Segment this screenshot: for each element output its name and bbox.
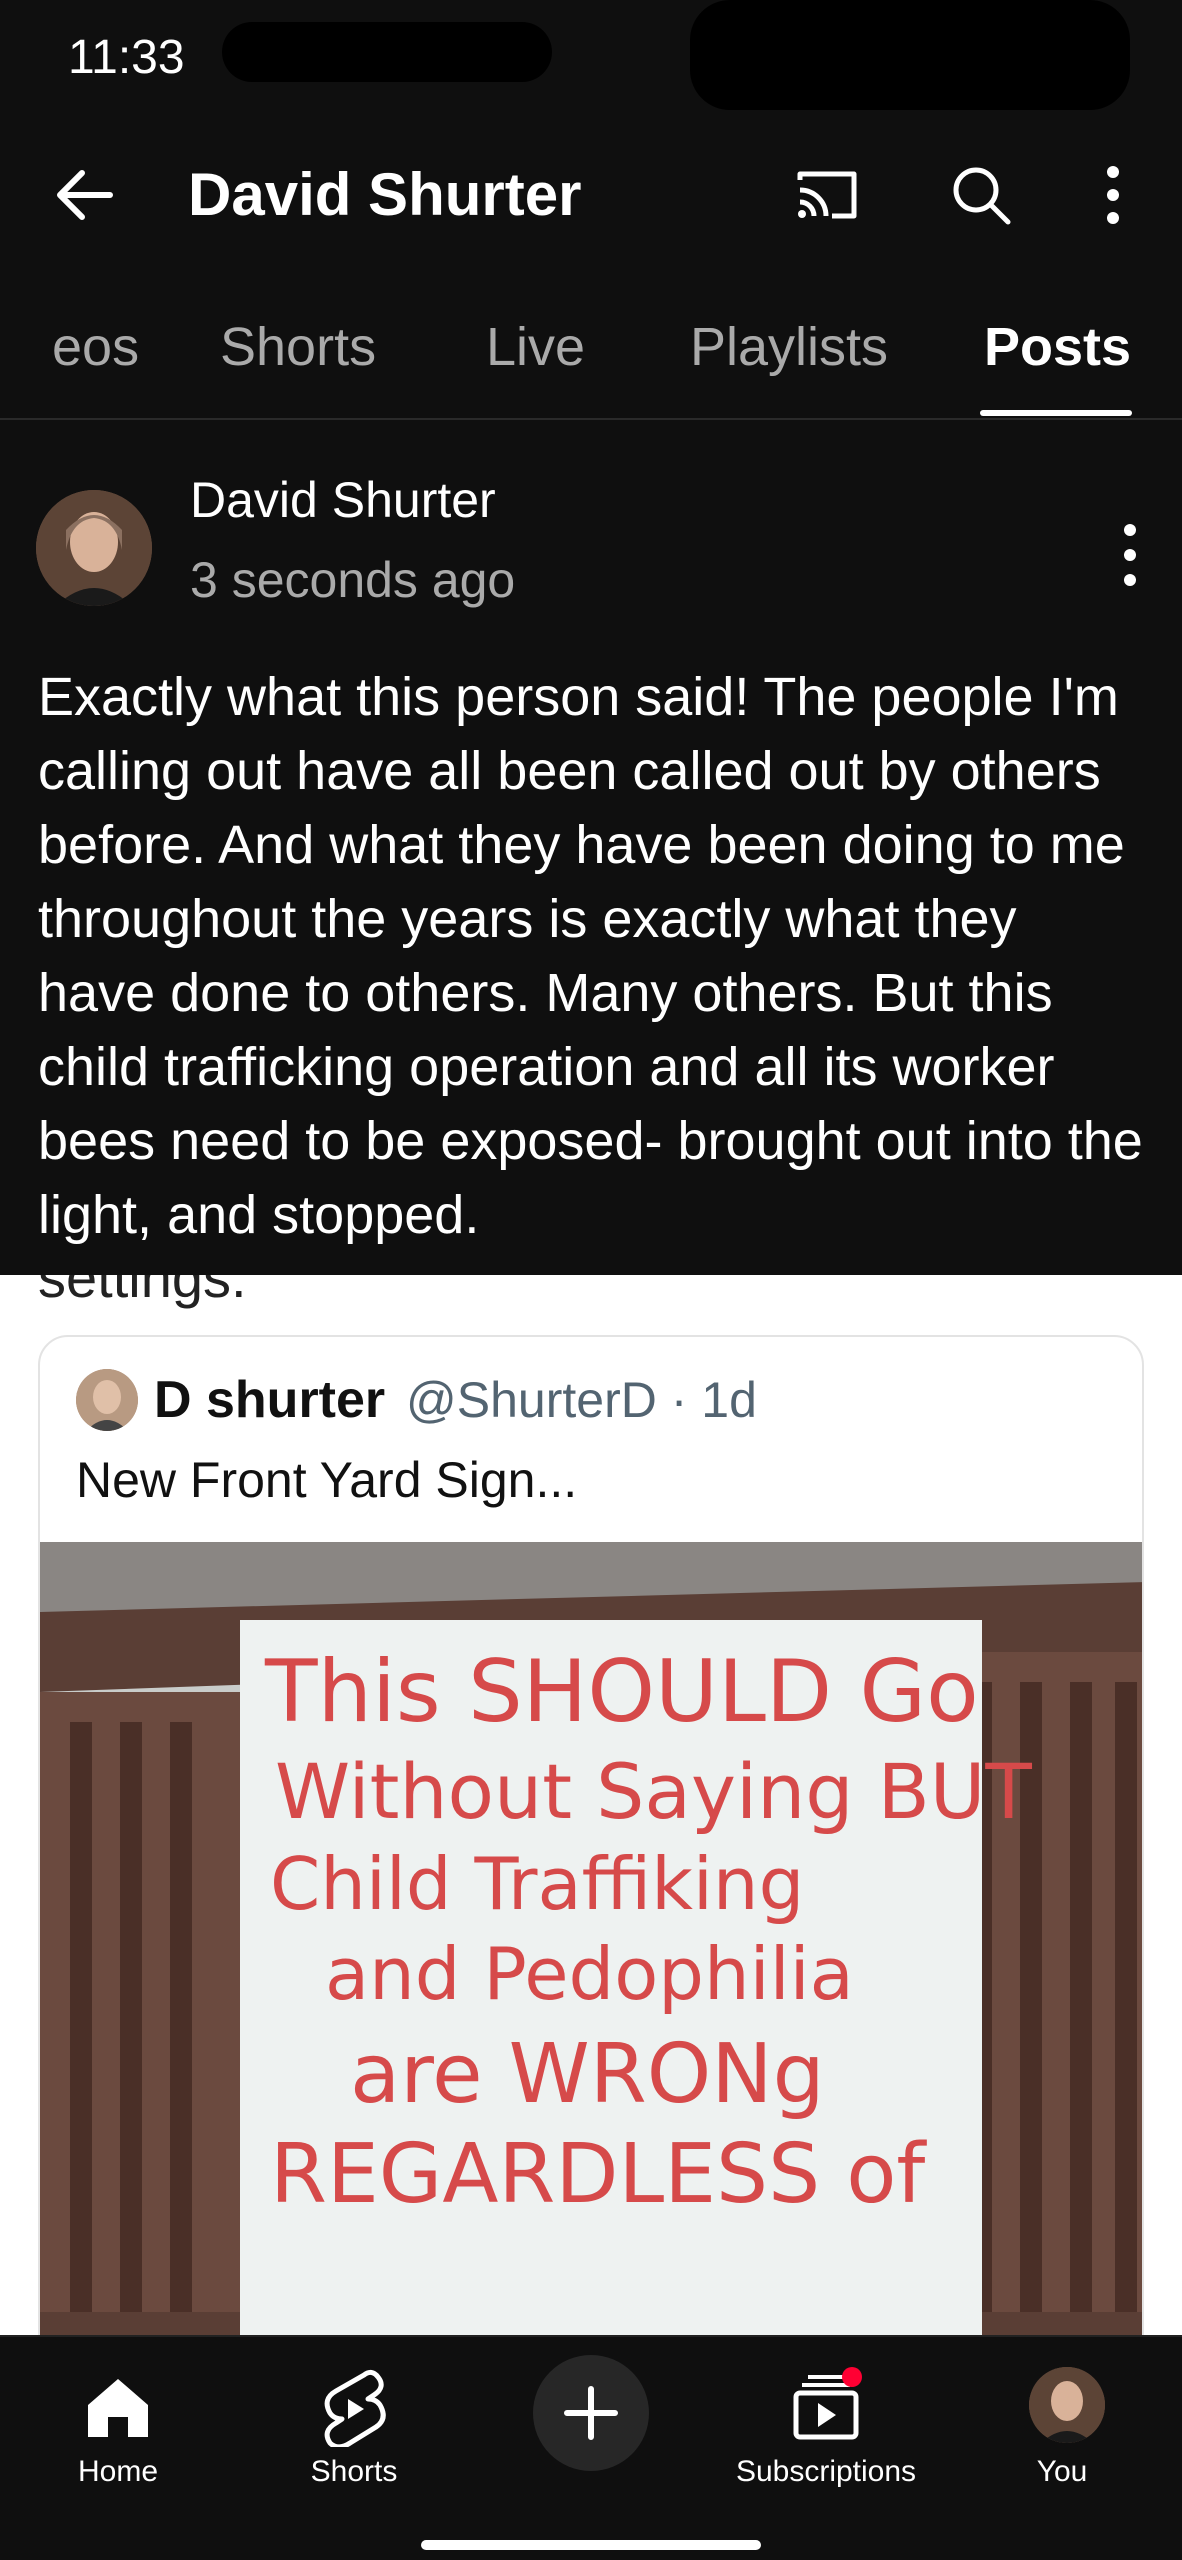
post-image[interactable]: settings. D shurter @ShurterD · 1d New F… bbox=[0, 1275, 1182, 2335]
status-time: 11:33 bbox=[68, 31, 185, 84]
create-button[interactable] bbox=[533, 2355, 649, 2471]
sign-text-line: REGARDLESS of bbox=[270, 2127, 926, 2222]
nav-you-label: You bbox=[1036, 2455, 1088, 2488]
redaction-mark bbox=[222, 22, 552, 82]
post-timestamp: 3 seconds ago bbox=[190, 552, 516, 608]
nav-home-label: Home bbox=[77, 2455, 159, 2488]
sign-text-line: are WRONg bbox=[350, 2027, 825, 2122]
arrow-left-icon bbox=[57, 170, 113, 220]
bottom-navigation: Home Shorts Subscriptions You bbox=[0, 2335, 1182, 2560]
redaction-mark bbox=[690, 0, 1130, 110]
back-button[interactable] bbox=[50, 160, 120, 230]
sign-text-line: This SHOULD Go bbox=[265, 1642, 979, 1742]
tweet-author-name: D shurter bbox=[154, 1371, 386, 1429]
channel-tabs: eos Shorts Live Playlists Posts bbox=[0, 300, 1182, 420]
sign-text-line: Without Saying BUT bbox=[275, 1747, 1032, 1836]
post-menu-button[interactable] bbox=[1110, 510, 1150, 600]
home-indicator[interactable] bbox=[421, 2540, 761, 2550]
search-icon bbox=[953, 167, 1011, 225]
active-tab-indicator bbox=[980, 410, 1132, 416]
tweet-text: New Front Yard Sign... bbox=[76, 1452, 578, 1508]
nav-shorts[interactable]: Shorts bbox=[244, 2357, 464, 2507]
tweet-card: D shurter @ShurterD · 1d New Front Yard … bbox=[38, 1335, 1144, 2335]
tab-playlists[interactable]: Playlists bbox=[690, 312, 888, 382]
tab-live[interactable]: Live bbox=[486, 312, 585, 382]
avatar-image bbox=[36, 490, 152, 606]
channel-title: David Shurter bbox=[188, 161, 582, 228]
sign-text-line: and Pedophilia bbox=[325, 1932, 854, 2016]
more-options-button[interactable] bbox=[1078, 160, 1148, 230]
tweet-handle: @ShurterD · 1d bbox=[406, 1372, 757, 1428]
nav-home[interactable]: Home bbox=[8, 2357, 228, 2507]
nav-you[interactable]: You bbox=[952, 2357, 1172, 2507]
sign-text-line: Child Traffiking bbox=[270, 1842, 805, 1926]
avatar-image bbox=[1029, 2367, 1105, 2443]
plus-icon bbox=[564, 2386, 618, 2440]
subscriptions-icon bbox=[793, 2367, 862, 2440]
app-bar: David Shurter bbox=[0, 130, 1182, 260]
more-vertical-icon bbox=[1124, 524, 1136, 586]
you-avatar bbox=[1029, 2367, 1105, 2443]
tab-posts[interactable]: Posts bbox=[984, 312, 1131, 382]
nav-shorts-label: Shorts bbox=[310, 2455, 398, 2488]
nav-subscriptions-label: Subscriptions bbox=[735, 2455, 917, 2488]
cast-icon bbox=[797, 171, 857, 219]
tab-shorts[interactable]: Shorts bbox=[220, 312, 376, 382]
post-author-avatar[interactable] bbox=[36, 490, 152, 606]
community-post: David Shurter 3 seconds ago Exactly what… bbox=[0, 420, 1182, 1275]
nav-subscriptions[interactable]: Subscriptions bbox=[716, 2357, 936, 2507]
more-vertical-icon bbox=[1107, 166, 1119, 224]
tweet-avatar bbox=[76, 1369, 138, 1431]
search-button[interactable] bbox=[946, 160, 1016, 230]
post-body-text: Exactly what this person said! The peopl… bbox=[38, 667, 1143, 1245]
avatar-image bbox=[76, 1369, 138, 1431]
home-icon bbox=[88, 2379, 148, 2437]
yard-sign-photo: This SHOULD Go Without Saying BUT Child … bbox=[40, 1542, 1142, 2335]
status-bar: 11:33 bbox=[0, 0, 1182, 120]
post-author-name[interactable]: David Shurter bbox=[190, 470, 496, 530]
tab-videos[interactable]: eos bbox=[52, 312, 139, 382]
image-cutoff-text: settings. bbox=[38, 1275, 247, 1309]
shorts-icon bbox=[324, 2369, 386, 2447]
cast-button[interactable] bbox=[792, 160, 862, 230]
